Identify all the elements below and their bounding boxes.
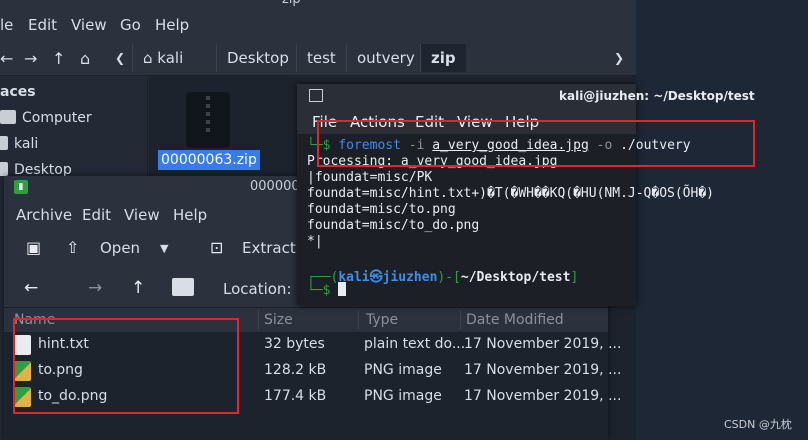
file-size: 32 bytes — [264, 336, 325, 352]
am-menu-help[interactable]: Help — [173, 206, 207, 224]
file-date: 17 November 2019, ... — [464, 362, 622, 378]
breadcrumb-kali[interactable]: ⌂ kali — [132, 44, 193, 72]
highlight-box — [13, 318, 239, 414]
term-titlebar: kali@jiuzhen: ~/Desktop/test — [297, 84, 755, 108]
archive-app-icon: ▮ — [14, 180, 28, 194]
extract-icon[interactable]: ⊡ — [210, 238, 226, 257]
am-menu-archive[interactable]: Archive — [16, 206, 72, 224]
am-title: 000000 — [250, 179, 300, 194]
fm-menubar: le Edit View Go Help — [0, 8, 636, 40]
watermark: CSDN @九枕 — [724, 418, 792, 431]
arrow-up-icon[interactable]: ↑ — [52, 49, 65, 68]
places-header: aces — [0, 84, 36, 100]
fm-menu-file[interactable]: le — [0, 16, 13, 34]
computer-icon — [0, 110, 16, 124]
fm-menu-edit[interactable]: Edit — [28, 16, 57, 34]
am-menu-edit[interactable]: Edit — [82, 206, 111, 224]
terminal-app-icon — [309, 89, 323, 102]
breadcrumb-test[interactable]: test — [296, 44, 346, 72]
new-archive-icon[interactable]: ▣ — [26, 238, 42, 257]
location-label: Location: — [223, 280, 292, 298]
up-arrow-icon[interactable]: ↑ — [131, 278, 145, 298]
file-type: PNG image — [364, 362, 442, 378]
breadcrumb-desktop[interactable]: Desktop — [216, 44, 299, 72]
open-dropdown-icon[interactable]: ▼ — [160, 242, 168, 255]
col-type[interactable]: Type — [366, 312, 398, 328]
file-date: 17 November 2019, ... — [464, 336, 622, 352]
term-title: kali@jiuzhen: ~/Desktop/test — [559, 89, 755, 103]
home-icon[interactable]: ⌂ — [80, 49, 90, 68]
chevron-left-icon[interactable]: ❮ — [115, 51, 125, 65]
fm-titlebar: zip — [0, 0, 636, 8]
fm-menu-go[interactable]: Go — [120, 16, 141, 34]
file-size: 128.2 kB — [264, 362, 327, 378]
desktop-icon — [0, 162, 8, 176]
zip-file-icon[interactable] — [186, 92, 230, 148]
highlight-box — [317, 120, 755, 167]
col-size[interactable]: Size — [264, 312, 293, 328]
chevron-right-icon[interactable]: ❯ — [614, 51, 624, 65]
arrow-right-icon[interactable]: → — [24, 49, 37, 68]
arrow-left-icon[interactable]: ← — [0, 49, 13, 68]
output-line: foundat=misc/hint.txt+)�T(�WH��KQ(�HU(NM… — [307, 186, 714, 201]
home-icon: ⌂ — [143, 49, 158, 67]
file-type: PNG image — [364, 388, 442, 404]
output-line: *| — [307, 234, 323, 249]
file-size: 177.4 kB — [264, 388, 327, 404]
sidebar-item-computer[interactable]: Computer — [0, 110, 92, 126]
sidebar-item-kali[interactable]: kali — [0, 136, 38, 152]
breadcrumb-outvery[interactable]: outvery — [346, 44, 425, 72]
col-date[interactable]: Date Modified — [466, 312, 564, 328]
fm-title: zip — [282, 0, 301, 7]
open-button[interactable]: Open — [100, 239, 140, 257]
output-line: |foundat=misc/PK — [307, 170, 433, 185]
fm-pathbar: ← → ↑ ⌂ ❮ ⌂ kali Desktop test outvery zi… — [0, 40, 636, 76]
folder-icon[interactable] — [172, 278, 194, 296]
zip-file-label[interactable]: 00000063.zip — [158, 150, 260, 170]
am-menu-view[interactable]: View — [124, 206, 160, 224]
file-type: plain text do... — [364, 336, 466, 352]
output-line: foundat=misc/to_do.png — [307, 218, 480, 233]
forward-arrow-icon[interactable]: → — [88, 278, 102, 298]
input-line[interactable]: └─$ — [307, 282, 347, 298]
home-folder-icon — [0, 136, 8, 150]
prompt-line: ┌──(kali㉿jiuzhen)-[~/Desktop/test] — [307, 270, 579, 285]
fm-menu-view[interactable]: View — [71, 16, 107, 34]
output-line: foundat=misc/to.png — [307, 202, 456, 217]
extract-button[interactable]: Extract — [242, 239, 296, 257]
file-date: 17 November 2019, ... — [464, 388, 622, 404]
text-cursor — [338, 282, 347, 296]
open-arrow-icon[interactable]: ⇧ — [66, 238, 82, 257]
terminal-window: kali@jiuzhen: ~/Desktop/test File Action… — [297, 84, 755, 306]
breadcrumb-zip[interactable]: zip — [420, 44, 466, 72]
back-arrow-icon[interactable]: ← — [24, 278, 38, 298]
fm-menu-help[interactable]: Help — [155, 16, 189, 34]
